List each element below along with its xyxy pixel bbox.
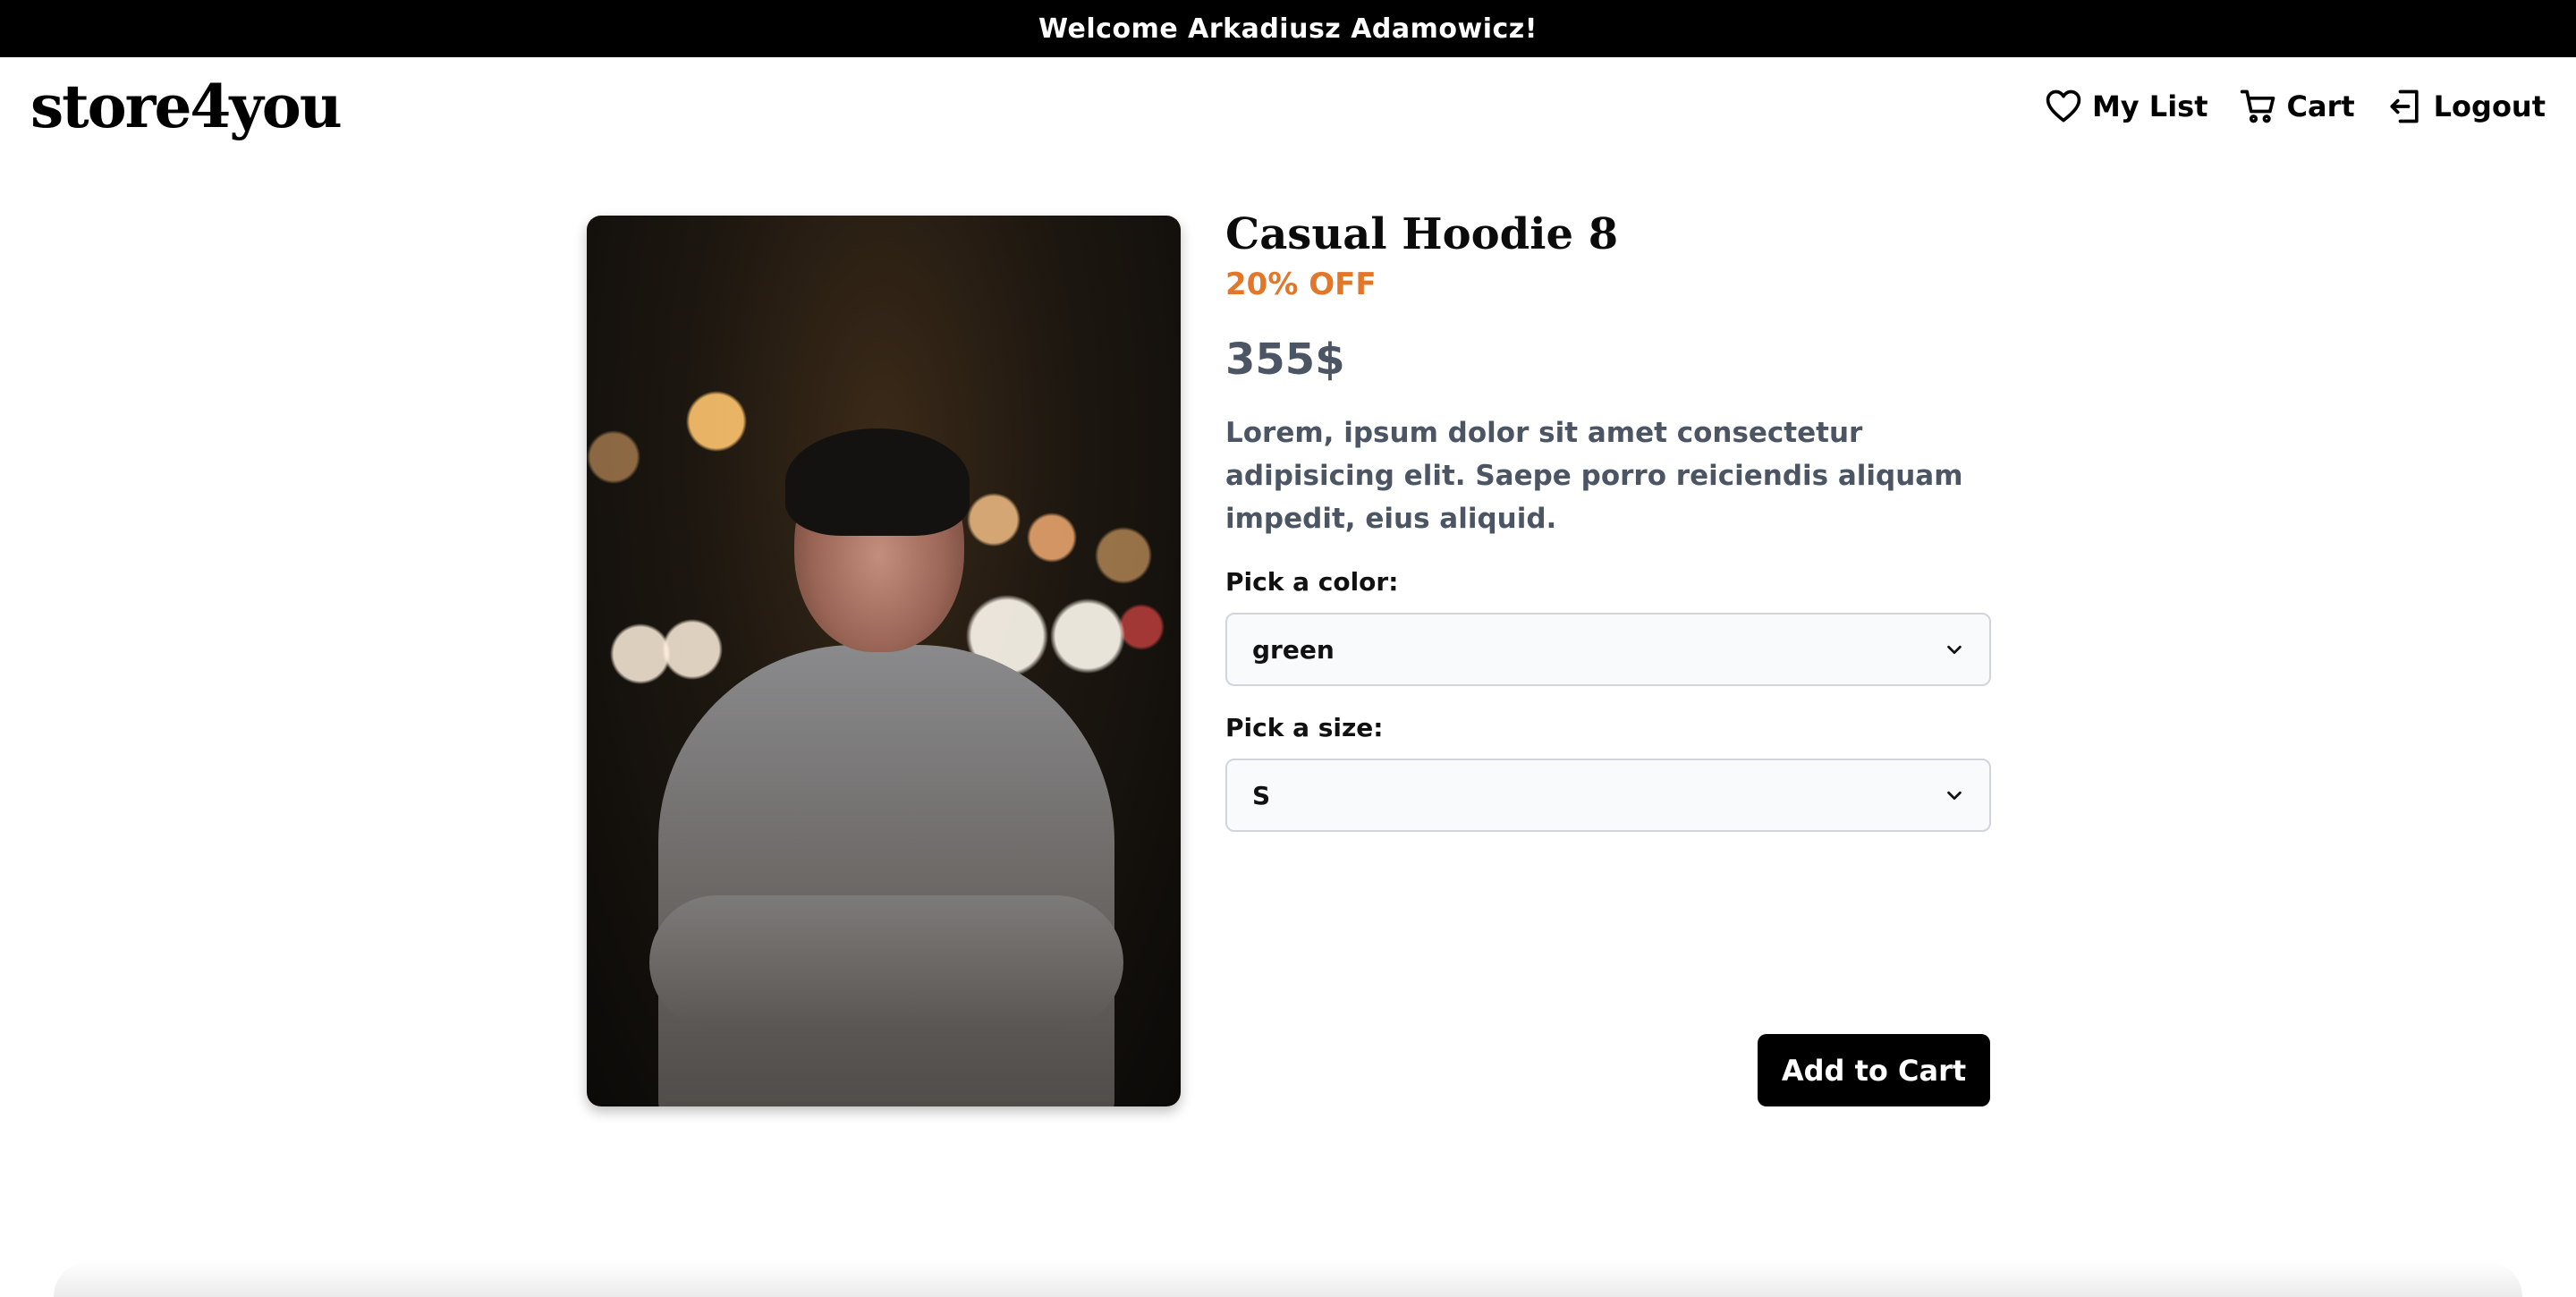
hair-shape xyxy=(785,428,970,536)
product-details: Casual Hoodie 8 20% OFF 355$ Lorem, ipsu… xyxy=(1225,209,1991,832)
size-select[interactable]: S xyxy=(1225,759,1991,832)
size-label: Pick a size: xyxy=(1225,713,1384,742)
crossed-arms-shape xyxy=(649,895,1123,1030)
product-image xyxy=(587,216,1181,1106)
logout-label: Logout xyxy=(2433,89,2546,123)
hoodie-shape xyxy=(658,645,1114,1106)
size-select-value: S xyxy=(1252,780,1271,810)
color-select[interactable]: green xyxy=(1225,613,1991,686)
discount-badge: 20% OFF xyxy=(1225,267,1377,302)
chevron-down-icon xyxy=(1947,791,1962,801)
header: store4you My List Cart Logout xyxy=(0,57,2576,156)
color-label: Pick a color: xyxy=(1225,567,1399,597)
main-nav: My List Cart Logout xyxy=(2044,87,2546,126)
product-title: Casual Hoodie 8 xyxy=(1225,209,1619,259)
logout-icon xyxy=(2390,89,2419,123)
product-page: Casual Hoodie 8 20% OFF 355$ Lorem, ipsu… xyxy=(0,156,2576,1297)
logout-link[interactable]: Logout xyxy=(2385,87,2546,126)
footer-shadow xyxy=(54,1261,2522,1297)
my-list-label: My List xyxy=(2091,89,2208,123)
color-select-value: green xyxy=(1252,634,1335,665)
my-list-link[interactable]: My List xyxy=(2044,87,2208,126)
add-to-cart-button[interactable]: Add to Cart xyxy=(1758,1034,1990,1106)
chevron-down-icon xyxy=(1947,645,1962,655)
heart-icon xyxy=(2046,89,2081,123)
product-price: 355$ xyxy=(1225,335,1345,385)
cart-icon xyxy=(2240,89,2275,123)
cart-label: Cart xyxy=(2286,89,2355,123)
logo[interactable]: store4you xyxy=(30,72,343,141)
product-description: Lorem, ipsum dolor sit amet consectetur … xyxy=(1225,417,1963,535)
welcome-text: Welcome Arkadiusz Adamowicz! xyxy=(1038,13,1538,45)
welcome-banner: Welcome Arkadiusz Adamowicz! xyxy=(0,0,2576,57)
cart-link[interactable]: Cart xyxy=(2239,87,2355,126)
